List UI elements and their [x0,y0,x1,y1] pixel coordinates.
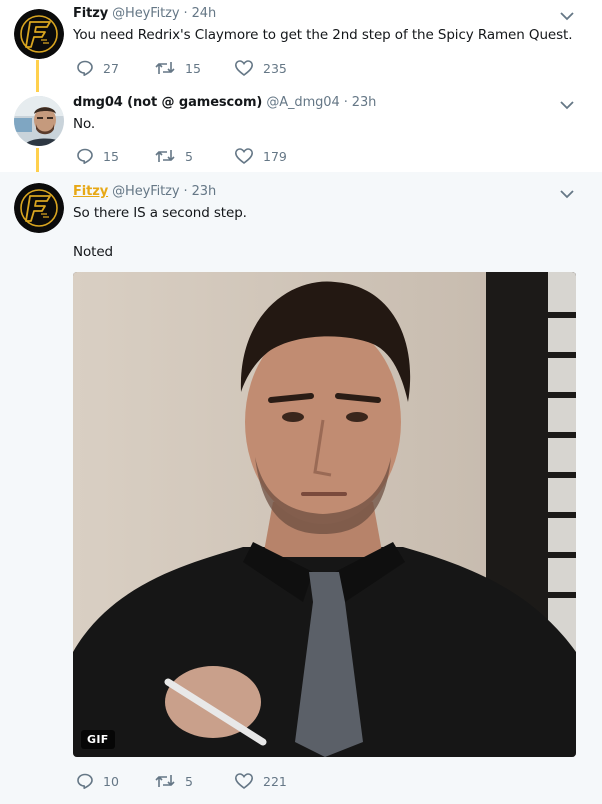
timestamp[interactable]: 23h [192,184,217,199]
heart-icon [234,773,254,790]
tweet-text: No. [73,116,96,132]
user-handle[interactable]: @HeyFitzy [112,184,179,199]
chevron-down-icon[interactable] [560,100,574,110]
retweet-count: 5 [185,148,193,164]
reply-icon [77,60,93,76]
tweet-header: dmg04 (not @ gamescom) @A_dmg04 · 23h [73,95,376,110]
separator-dot: · [183,184,188,199]
user-handle[interactable]: @HeyFitzy [112,6,179,21]
display-name[interactable]: Fitzy [73,184,108,199]
retweet-icon [155,150,175,162]
like-button[interactable]: 179 [234,146,287,166]
reply-button[interactable]: 10 [76,771,119,791]
tweet-header: Fitzy @HeyFitzy · 24h [73,6,216,21]
reply-count: 10 [103,773,119,789]
fitzy-logo-icon[interactable] [14,183,64,233]
reply-button[interactable]: 15 [76,146,119,166]
reply-icon [77,148,93,164]
separator-dot: · [183,6,188,21]
like-count: 179 [263,148,287,164]
like-count: 221 [263,773,287,789]
timestamp[interactable]: 24h [192,6,217,21]
tweet-text: You need Redrix's Claymore to get the 2n… [73,27,573,43]
reply-icon [77,773,93,789]
gif-frame [73,272,576,757]
tweet[interactable]: Fitzy @HeyFitzy · 24h You need Redrix's … [0,0,602,88]
reply-count: 15 [103,148,119,164]
reply-button[interactable]: 27 [76,58,119,78]
gif-badge: GIF [81,730,115,749]
display-name[interactable]: Fitzy [73,6,108,21]
heart-icon [234,148,254,165]
tweet[interactable]: dmg04 (not @ gamescom) @A_dmg04 · 23h No… [0,88,602,172]
separator-dot: · [343,95,348,110]
gif-media[interactable]: GIF [73,272,576,757]
fitzy-logo-icon[interactable] [14,9,64,59]
chevron-down-icon[interactable] [560,189,574,199]
user-avatar[interactable] [14,96,64,146]
retweet-button[interactable]: 5 [154,146,193,166]
timestamp[interactable]: 23h [352,95,377,110]
like-button[interactable]: 235 [234,58,287,78]
chevron-down-icon[interactable] [560,11,574,21]
retweet-count: 15 [185,60,201,76]
heart-icon [234,60,254,77]
retweet-count: 5 [185,773,193,789]
retweet-icon [155,62,175,74]
retweet-button[interactable]: 15 [154,58,201,78]
reply-count: 27 [103,60,119,76]
user-handle[interactable]: @A_dmg04 [266,95,339,110]
retweet-button[interactable]: 5 [154,771,193,791]
tweet-header: Fitzy @HeyFitzy · 23h [73,184,216,199]
like-button[interactable]: 221 [234,771,287,791]
tweet-text-line: Noted [73,244,114,260]
like-count: 235 [263,60,287,76]
retweet-icon [155,775,175,787]
display-name[interactable]: dmg04 (not @ gamescom) [73,95,262,110]
tweet-text-line: So there IS a second step. [73,205,247,221]
